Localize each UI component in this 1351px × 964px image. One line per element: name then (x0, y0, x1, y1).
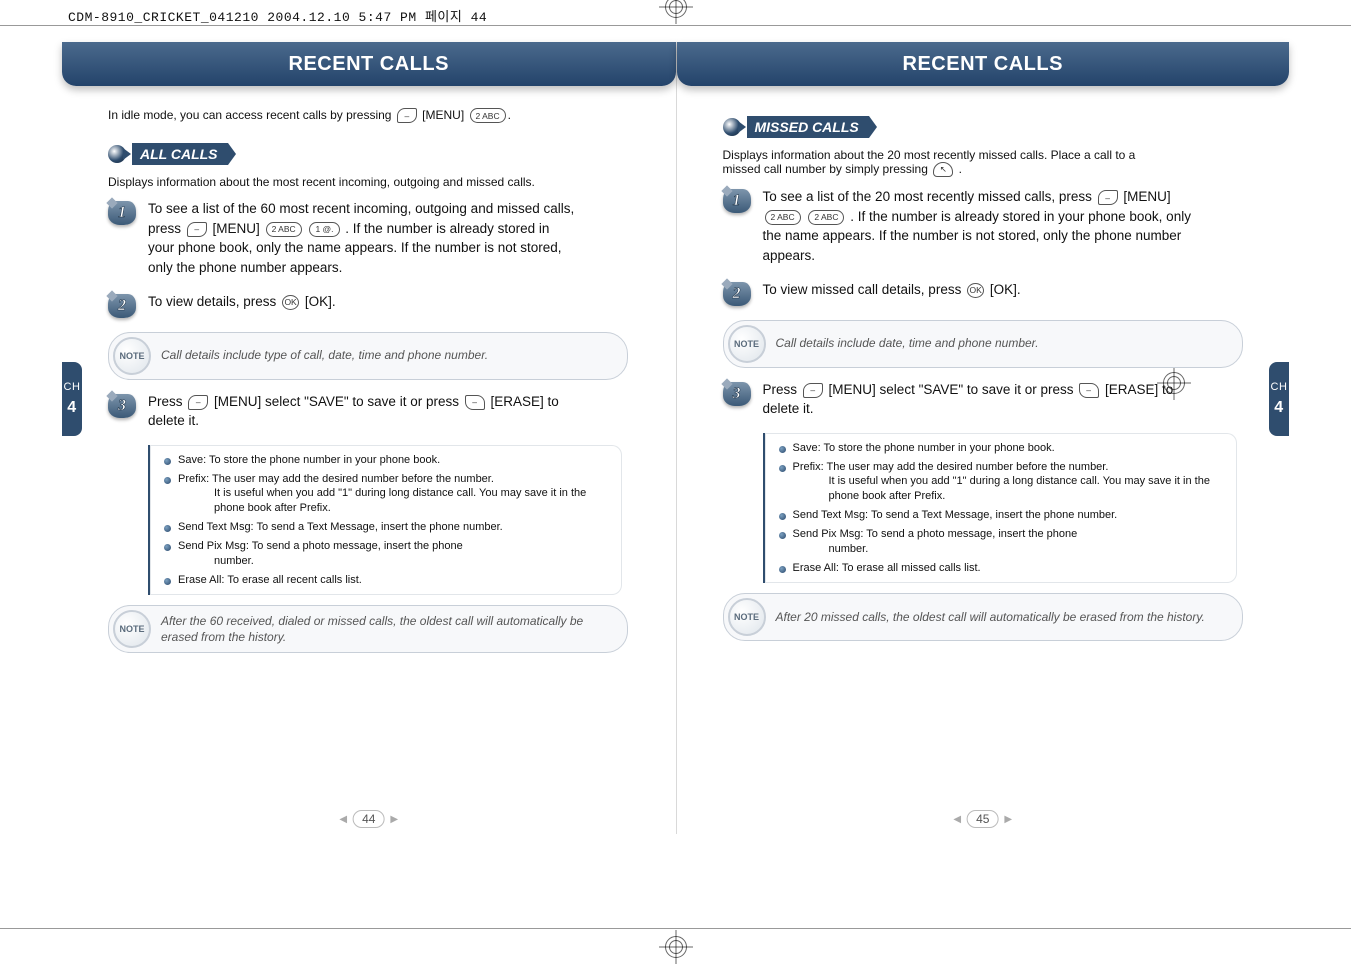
list-item: Prefix: The user may add the desired num… (164, 470, 614, 519)
list-item: Erase All: To erase all missed calls lis… (779, 559, 1229, 578)
chapter-tab-right: CH 4 (1269, 362, 1289, 436)
chapter-tab-left: CH 4 (62, 362, 82, 436)
section-heading-missed-calls: MISSED CALLS (723, 116, 869, 138)
step-1: 1 To see a list of the 60 most recent in… (108, 199, 578, 277)
list-item: Save: To store the phone number in your … (164, 451, 614, 470)
soft-key-right-icon: – (465, 395, 485, 410)
step-2: 2 To view missed call details, press OK … (723, 280, 1193, 306)
section-heading-all-calls: ALL CALLS (108, 143, 228, 165)
key-2-icon: 2 ABC (808, 210, 844, 225)
note-badge-icon: NOTE (113, 337, 151, 375)
registration-mark-bottom (659, 930, 693, 964)
step-number-icon: 1 (723, 189, 751, 213)
note-2: NOTE After 20 missed calls, the oldest c… (723, 593, 1243, 641)
key-1-icon: 1 @. (309, 222, 339, 237)
note-1: NOTE Call details include date, time and… (723, 320, 1243, 368)
list-item: Send Pix Msg: To send a photo message, i… (164, 537, 614, 571)
ok-key-icon: OK (967, 283, 984, 298)
page-number: ◀ 45 ▶ (953, 810, 1012, 828)
list-item: Prefix: The user may add the desired num… (779, 458, 1229, 507)
soft-key-right-icon: – (1079, 383, 1099, 398)
heading-dot-icon (108, 145, 126, 163)
chapter-title-bar: RECENT CALLS (677, 42, 1290, 86)
key-2-icon: 2 ABC (470, 108, 506, 123)
key-2-icon: 2 ABC (765, 210, 801, 225)
step-number-icon: 3 (723, 382, 751, 406)
list-item: Erase All: To erase all recent calls lis… (164, 571, 614, 590)
soft-key-icon: – (397, 108, 417, 123)
list-item: Send Text Msg: To send a Text Message, i… (164, 518, 614, 537)
soft-key-icon: – (188, 395, 208, 410)
chevron-left-icon: ◀ (953, 814, 961, 825)
step-number-icon: 3 (108, 394, 136, 418)
section-desc: Displays information about the 20 most r… (723, 148, 1163, 177)
step-2: 2 To view details, press OK [OK]. (108, 292, 578, 318)
note-1: NOTE Call details include type of call, … (108, 332, 628, 380)
note-2: NOTE After the 60 received, dialed or mi… (108, 605, 628, 653)
options-box: Save: To store the phone number in your … (148, 445, 622, 596)
chapter-title: RECENT CALLS (903, 53, 1063, 76)
step-1: 1 To see a list of the 20 most recently … (723, 187, 1193, 265)
right-page: CH 4 RECENT CALLS MISSED CALLS Displays … (676, 42, 1290, 834)
registration-mark-top (659, 0, 693, 24)
step-number-icon: 2 (723, 282, 751, 306)
step-number-icon: 2 (108, 294, 136, 318)
key-2-icon: 2 ABC (266, 222, 302, 237)
prepress-header: CDM-8910_CRICKET_041210 2004.12.10 5:47 … (68, 6, 487, 25)
left-page: CH 4 RECENT CALLS In idle mode, you can … (62, 42, 676, 834)
step-3: 3 Press – [MENU] select "SAVE" to save i… (723, 380, 1193, 419)
options-box: Save: To store the phone number in your … (763, 433, 1237, 584)
note-badge-icon: NOTE (728, 598, 766, 636)
step-number-icon: 1 (108, 201, 136, 225)
chevron-right-icon: ▶ (390, 814, 398, 825)
chapter-title: RECENT CALLS (289, 53, 449, 76)
chapter-title-bar: RECENT CALLS (62, 42, 676, 86)
chevron-left-icon: ◀ (339, 814, 347, 825)
heading-dot-icon (723, 118, 741, 136)
page-number: ◀ 44 ▶ (339, 810, 398, 828)
ok-key-icon: OK (282, 295, 299, 310)
note-badge-icon: NOTE (113, 610, 151, 648)
step-3: 3 Press – [MENU] select "SAVE" to save i… (108, 392, 578, 431)
send-key-icon: ↖ (933, 162, 953, 177)
list-item: Save: To store the phone number in your … (779, 439, 1229, 458)
soft-key-icon: – (187, 222, 207, 237)
list-item: Send Pix Msg: To send a photo message, i… (779, 525, 1229, 559)
note-badge-icon: NOTE (728, 325, 766, 363)
section-desc: Displays information about the most rece… (108, 175, 548, 189)
soft-key-icon: – (1098, 190, 1118, 205)
top-crop-line (0, 25, 1351, 26)
soft-key-icon: – (803, 383, 823, 398)
list-item: Send Text Msg: To send a Text Message, i… (779, 506, 1229, 525)
bottom-crop-line (0, 928, 1351, 929)
intro-text: In idle mode, you can access recent call… (108, 108, 640, 123)
chevron-right-icon: ▶ (1004, 814, 1012, 825)
